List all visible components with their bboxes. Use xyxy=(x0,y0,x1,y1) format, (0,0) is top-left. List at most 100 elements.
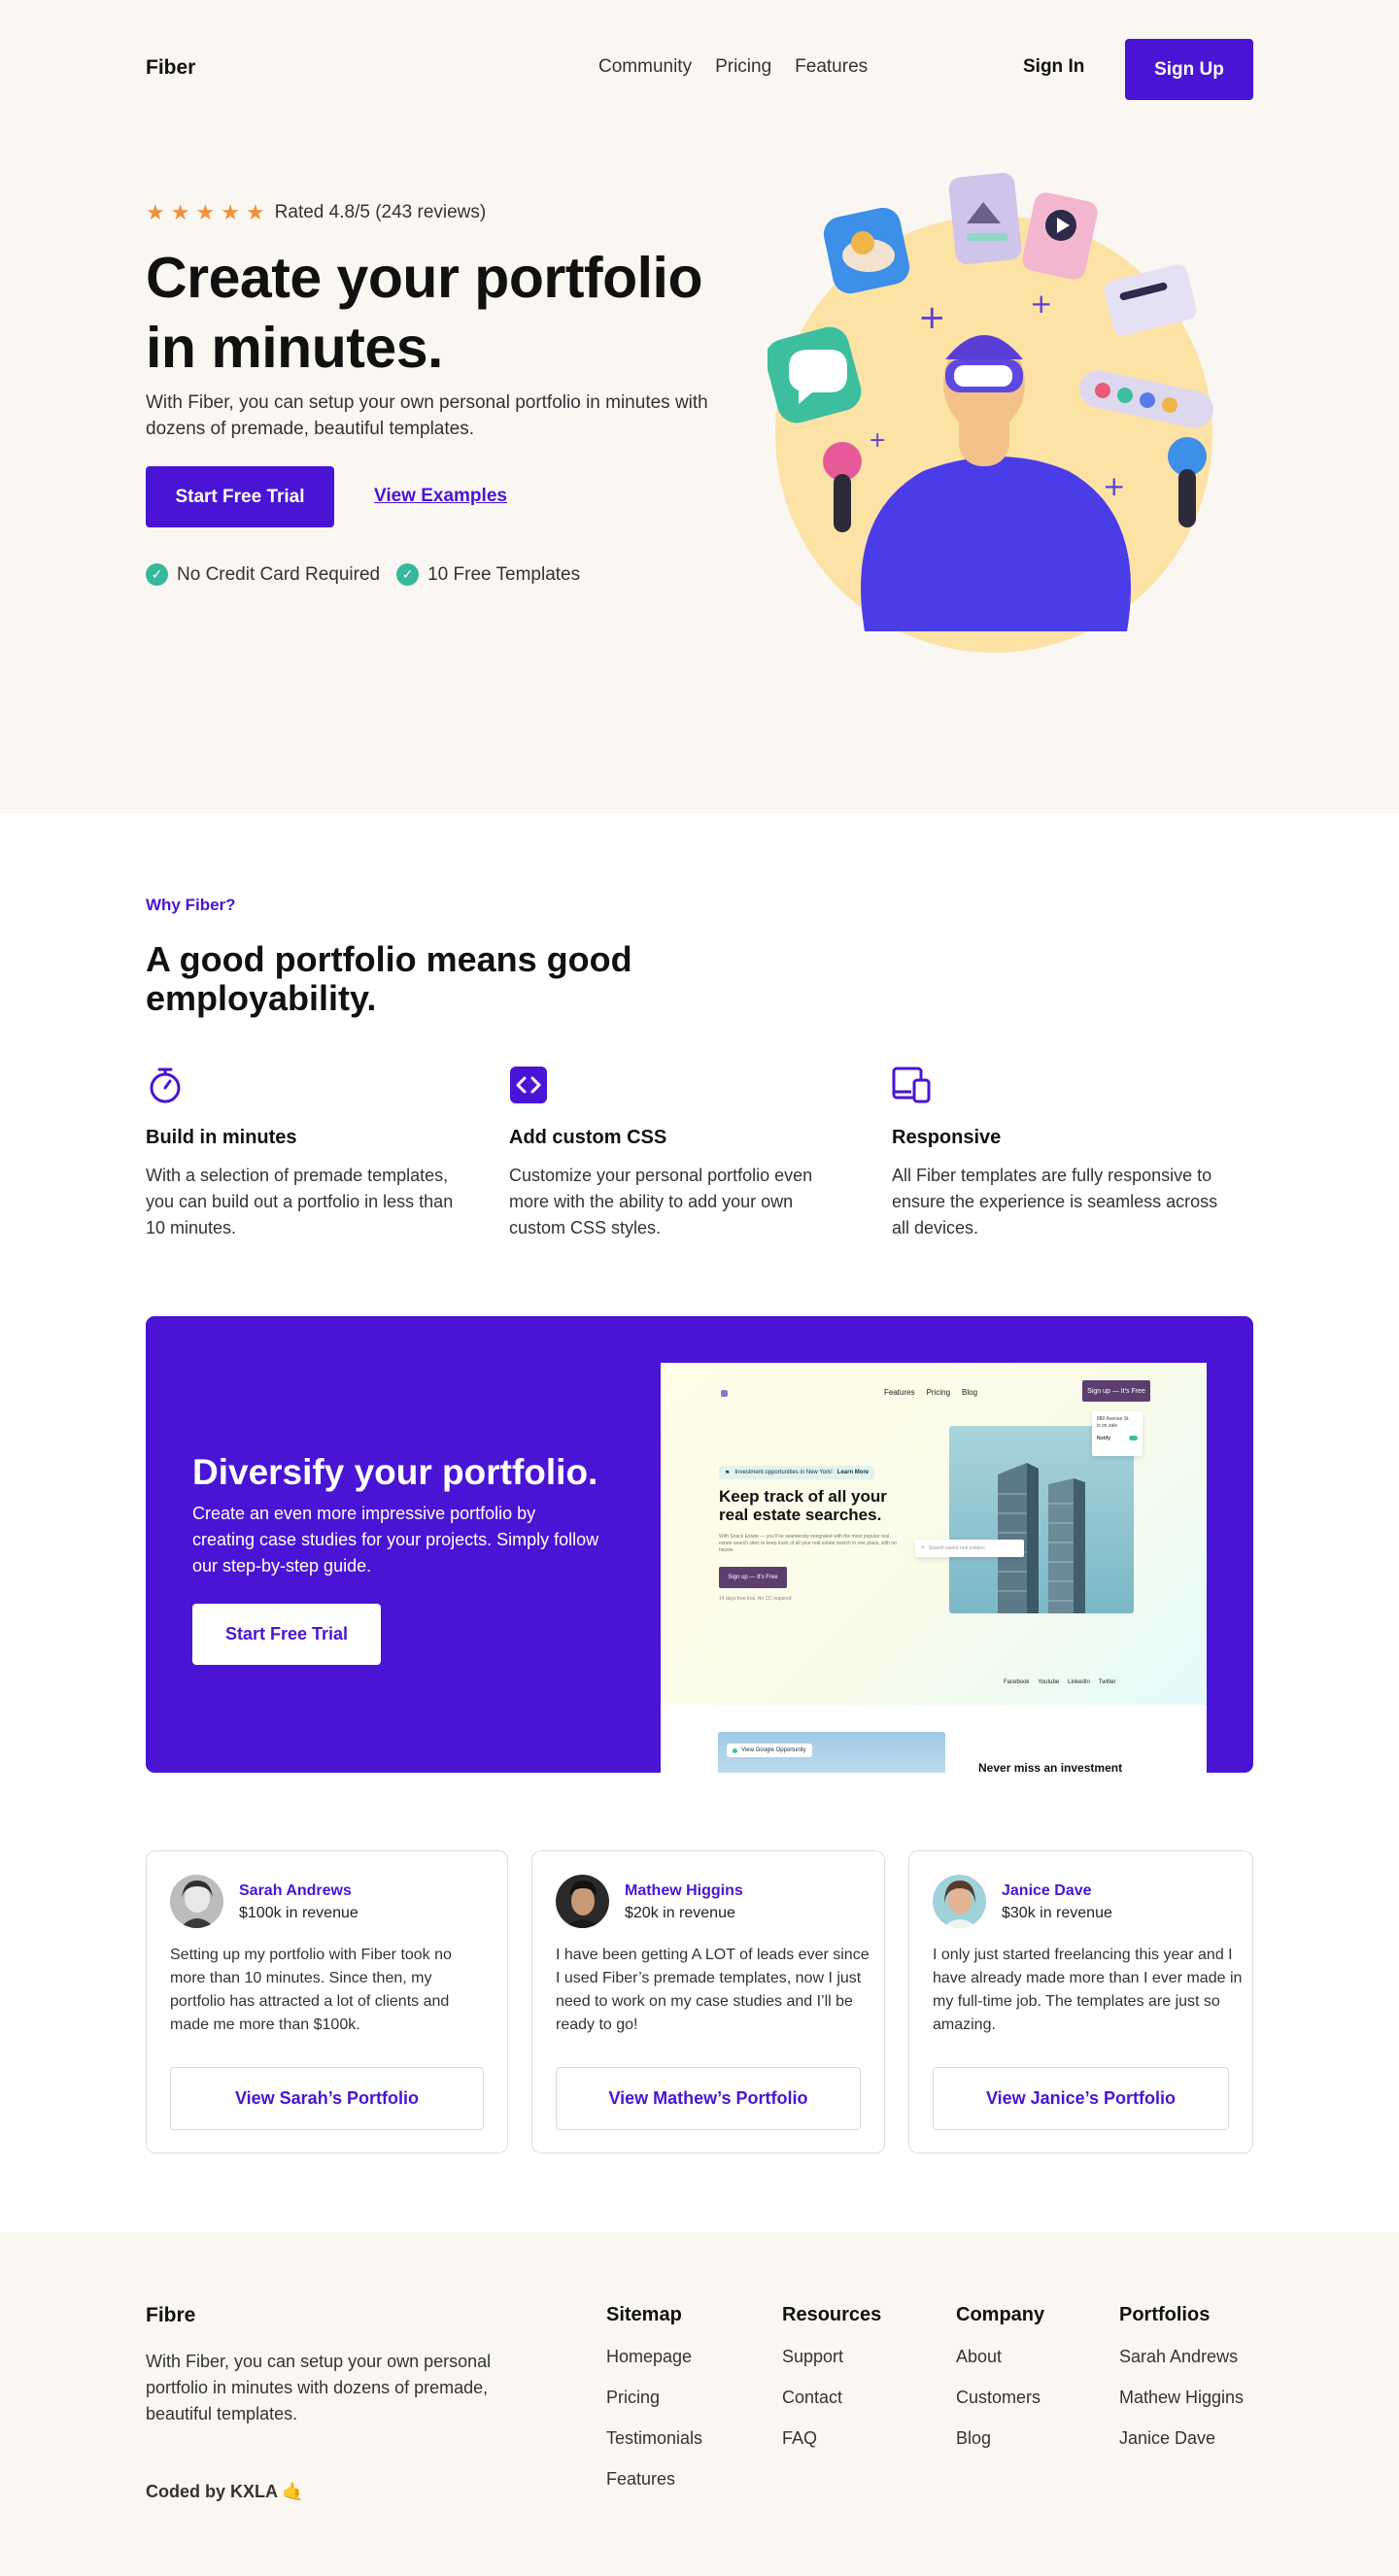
testimonial-card: Janice Dave $30k in revenue I only just … xyxy=(908,1850,1253,2153)
footer-link[interactable]: Blog xyxy=(956,2428,1044,2449)
dot-icon xyxy=(733,1747,737,1753)
footer-coded-by: Coded by KXLA 🤙 xyxy=(146,2482,304,2501)
feature-text: Customize your personal portfolio even m… xyxy=(509,1166,813,1237)
feature-title: Add custom CSS xyxy=(509,1127,667,1148)
flag-icon: ⚑ xyxy=(725,1470,731,1476)
footer-column-title: Sitemap xyxy=(606,2304,682,2325)
preview-card-line: 880 Avenue St. xyxy=(1097,1416,1130,1422)
nav-logo[interactable]: Fiber xyxy=(146,56,195,80)
preview-card-notify: Notify xyxy=(1097,1436,1138,1442)
footer-link[interactable]: Mathew Higgins xyxy=(1119,2388,1244,2408)
footer-link[interactable]: Contact xyxy=(782,2388,881,2408)
view-portfolio-button[interactable]: View Sarah’s Portfolio xyxy=(170,2067,484,2130)
nav-link-community[interactable]: Community xyxy=(598,56,692,78)
preview-logo-dot xyxy=(721,1390,728,1397)
preview-footer-link: Facebook xyxy=(1004,1679,1030,1685)
promo-description: Create an even more impressive portfolio… xyxy=(192,1504,599,1576)
testimonial-revenue: $30k in revenue xyxy=(1002,1905,1112,1921)
preview-card-line: Notify xyxy=(1097,1436,1111,1441)
check-icon: ✓ xyxy=(146,563,168,586)
star-icon: ★ xyxy=(195,200,216,224)
footer-link[interactable]: Support xyxy=(782,2347,881,2367)
footer-link[interactable]: Janice Dave xyxy=(1119,2428,1244,2449)
view-examples-link[interactable]: View Examples xyxy=(374,486,507,507)
preview-footer-link: LinkedIn xyxy=(1068,1679,1090,1685)
preview-body: With Snack Estate — you'll be seamlessly… xyxy=(719,1534,897,1553)
testimonial-revenue: $20k in revenue xyxy=(625,1905,735,1921)
footer-link[interactable]: Testimonials xyxy=(606,2428,702,2449)
footer-link[interactable]: Features xyxy=(606,2469,702,2490)
check-icon: ✓ xyxy=(396,563,420,586)
testimonial-name: Janice Dave xyxy=(1002,1882,1092,1899)
footer-link[interactable]: About xyxy=(956,2347,1044,2367)
svg-text:+: + xyxy=(1103,470,1125,502)
hero-description: With Fiber, you can setup your own perso… xyxy=(146,392,708,439)
preview-footer-link: Twitter xyxy=(1098,1679,1116,1685)
footer-column-sitemap: Sitemap Homepage Pricing Testimonials Fe… xyxy=(606,2304,702,2510)
footer-link[interactable]: Sarah Andrews xyxy=(1119,2347,1244,2367)
avatar xyxy=(170,1875,223,1928)
why-label: Why Fiber? xyxy=(146,896,236,914)
sign-in-link[interactable]: Sign In xyxy=(1023,56,1084,78)
testimonial-name: Sarah Andrews xyxy=(239,1882,352,1899)
promo-banner: Diversify your portfolio. Create an even… xyxy=(146,1316,1253,1773)
svg-text:+: + xyxy=(1030,288,1052,320)
testimonial-text: I only just started freelancing this yea… xyxy=(933,1947,1243,2033)
preview-nav: Features Pricing Blog xyxy=(884,1388,977,1397)
svg-text:+: + xyxy=(918,298,946,337)
footer-link[interactable]: Pricing xyxy=(606,2388,702,2408)
code-icon xyxy=(510,1067,547,1103)
feature-responsive: Responsive All Fiber templates are fully… xyxy=(892,1066,1222,1241)
footer-brand[interactable]: Fibre xyxy=(146,2304,195,2327)
devices-icon xyxy=(892,1067,931,1103)
footer-column-title: Resources xyxy=(782,2304,882,2325)
check-item: ✓ No Credit Card Required xyxy=(146,563,380,586)
footer-link[interactable]: FAQ xyxy=(782,2428,881,2449)
hero-checks: ✓ No Credit Card Required ✓ 10 Free Temp… xyxy=(146,563,580,586)
why-title: A good portfolio means good employabilit… xyxy=(146,939,632,1018)
preview-footer-links: Facebook Youtube LinkedIn Twitter xyxy=(1004,1679,1116,1685)
view-portfolio-button[interactable]: View Mathew’s Portfolio xyxy=(556,2067,861,2130)
preview-heading: Keep track of all your real estate searc… xyxy=(719,1487,887,1524)
testimonial-revenue: $100k in revenue xyxy=(239,1905,358,1921)
template-preview: Features Pricing Blog Sign up — It's Fre… xyxy=(661,1363,1207,1773)
preview-note: 14 days free trial, No CC required xyxy=(719,1596,792,1602)
footer-column-company: Company About Customers Blog xyxy=(956,2304,1044,2469)
search-icon: ⌕ xyxy=(921,1544,925,1551)
sign-up-button[interactable]: Sign Up xyxy=(1125,39,1253,100)
promo-title: Diversify your portfolio. xyxy=(192,1452,598,1492)
footer-link[interactable]: Homepage xyxy=(606,2347,702,2367)
testimonial-text: I have been getting A LOT of leads ever … xyxy=(556,1947,870,2033)
footer-column-portfolios: Portfolios Sarah Andrews Mathew Higgins … xyxy=(1119,2304,1244,2469)
rating: ★ ★ ★ ★ ★ Rated 4.8/5 (243 reviews) xyxy=(146,202,486,223)
feature-title: Responsive xyxy=(892,1127,1002,1148)
preview-footer-link: Youtube xyxy=(1038,1679,1060,1685)
testimonial-text: Setting up my portfolio with Fiber took … xyxy=(170,1947,452,2033)
nav-link-pricing[interactable]: Pricing xyxy=(715,56,771,78)
feature-build: Build in minutes With a selection of pre… xyxy=(146,1066,476,1241)
footer-column-title: Company xyxy=(956,2304,1045,2325)
preview-nav-button: Sign up — It's Free xyxy=(1082,1380,1150,1402)
star-icon: ★ xyxy=(146,200,165,224)
promo-start-trial-button[interactable]: Start Free Trial xyxy=(192,1604,381,1665)
start-free-trial-button[interactable]: Start Free Trial xyxy=(146,466,334,527)
view-portfolio-button[interactable]: View Janice’s Portfolio xyxy=(933,2067,1229,2130)
footer-description: With Fiber, you can setup your own perso… xyxy=(146,2352,492,2423)
preview-nav-link: Blog xyxy=(962,1388,978,1397)
check-label: 10 Free Templates xyxy=(427,563,581,585)
check-label: No Credit Card Required xyxy=(177,563,381,585)
nav-link-features[interactable]: Features xyxy=(795,56,868,78)
preview-second-tag-text: View Google Opportunity xyxy=(741,1747,806,1753)
preview-tag-text: Investment opportunities in New York! xyxy=(734,1470,833,1475)
testimonial-card: Sarah Andrews $100k in revenue Setting u… xyxy=(146,1850,508,2153)
hero-illustration: + + + + xyxy=(768,172,1213,653)
preview-nav-link: Pricing xyxy=(926,1388,951,1397)
feature-css: Add custom CSS Customize your personal p… xyxy=(509,1066,839,1241)
feature-text: With a selection of premade templates, y… xyxy=(146,1166,454,1237)
footer-link[interactable]: Customers xyxy=(956,2388,1044,2408)
testimonial-card: Mathew Higgins $20k in revenue I have be… xyxy=(531,1850,885,2153)
testimonial-name: Mathew Higgins xyxy=(625,1882,743,1899)
toggle-icon xyxy=(1129,1436,1138,1441)
feature-title: Build in minutes xyxy=(146,1127,297,1148)
check-item: ✓ 10 Free Templates xyxy=(396,563,580,586)
